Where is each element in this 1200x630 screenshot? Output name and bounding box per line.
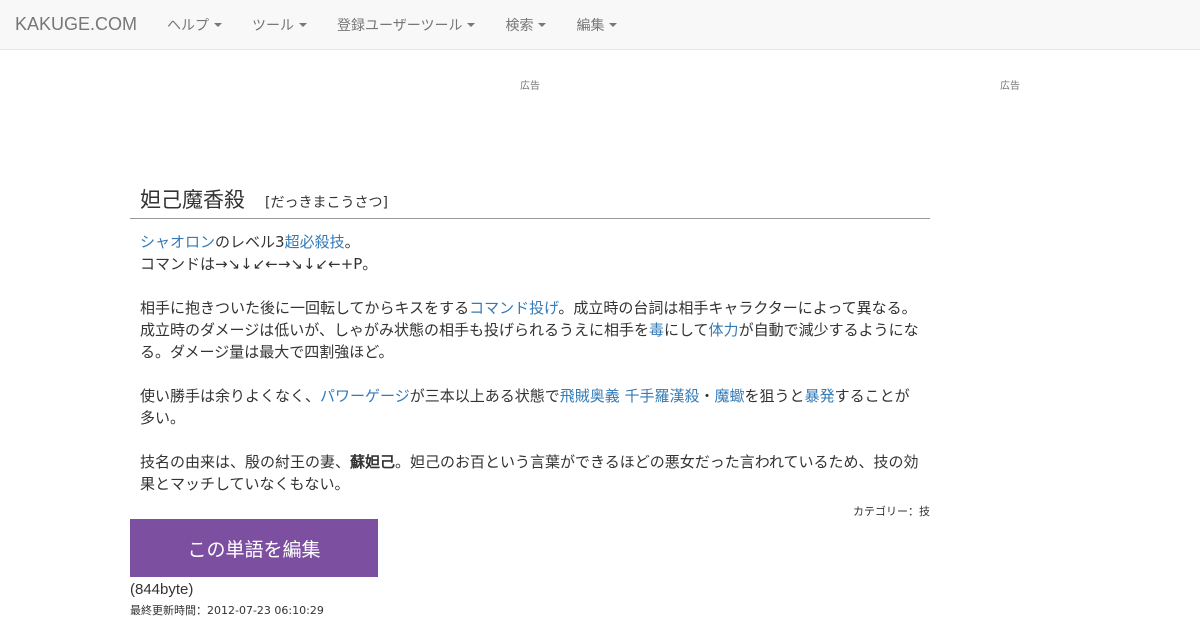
command-text: コマンドは→↘↓↙←→↘↓↙←+P。 [140, 255, 378, 273]
text: ・ [699, 387, 715, 405]
article-body: シャオロンのレベル3超必殺技。 コマンドは→↘↓↙←→↘↓↙←+P。 相手に抱き… [130, 219, 930, 495]
text: が三本以上ある状態で [409, 387, 560, 405]
link-bouhatsu[interactable]: 暴発 [805, 387, 835, 405]
text: 相手に抱きついた後に一回転してからキスをする [140, 299, 470, 317]
link-power-gauge[interactable]: パワーゲージ [320, 387, 410, 405]
text: 技名の由来は、殷の紂王の妻、 [140, 453, 351, 471]
link-senju-rakan[interactable]: 飛賊奥義 千手羅漢殺 [560, 387, 700, 405]
link-command-throw[interactable]: コマンド投げ [469, 299, 558, 317]
nav-search[interactable]: 検索 [490, 15, 561, 35]
last-updated: 最終更新時間：2012-07-23 06:10:29 [130, 604, 324, 617]
article: 妲己魔香殺 [だっきまこうさつ] シャオロンのレベル3超必殺技。 コマンドは→↘… [130, 180, 930, 618]
navbar: KAKUGE.COM ヘルプ ツール 登録ユーザーツール 検索 編集 [0, 0, 1200, 50]
page-title: 妲己魔香殺 [140, 188, 245, 212]
title-reading: [だっきまこうさつ] [265, 195, 388, 211]
nav-tools[interactable]: ツール [237, 15, 322, 35]
text: 使い勝手は余りよくなく、 [140, 387, 321, 405]
nav-help-label: ヘルプ [167, 17, 210, 34]
link-makatsu[interactable]: 魔蠍 [715, 387, 745, 405]
caret-down-icon [214, 22, 223, 27]
caret-down-icon [538, 22, 547, 27]
paragraph-2: 相手に抱きついた後に一回転してからキスをするコマンド投げ。成立時の台詞は相手キャ… [140, 297, 920, 363]
caret-down-icon [299, 22, 308, 27]
text: にして [663, 321, 709, 339]
byte-size: (844byte) [130, 581, 194, 598]
text: を狙うと [744, 387, 805, 405]
ad-label-right: 広告 [1000, 81, 1020, 92]
bold-name: 蘇妲己 [350, 453, 396, 471]
nav-tools-label: ツール [252, 17, 295, 34]
text: 。成立時の台詞は相手キャラクターによって異なる。 [558, 299, 917, 317]
text: のレベル3 [215, 233, 285, 251]
nav-search-label: 検索 [505, 17, 534, 34]
category-label[interactable]: カテゴリー：技 [130, 503, 930, 519]
paragraph-4: 技名の由来は、殷の紂王の妻、蘇妲己。妲己のお百という言葉ができるほどの悪女だった… [140, 451, 920, 495]
nav-help[interactable]: ヘルプ [152, 15, 237, 35]
text: 成立時のダメージは低いが、しゃがみ状態の相手も投げられるうえに相手を [140, 321, 649, 339]
nav-user-tools-label: 登録ユーザーツール [337, 17, 463, 34]
caret-down-icon [467, 22, 476, 27]
paragraph-1: シャオロンのレベル3超必殺技。 コマンドは→↘↓↙←→↘↓↙←+P。 [140, 231, 920, 275]
brand-link[interactable]: KAKUGE.COM [0, 14, 152, 35]
link-stamina[interactable]: 体力 [709, 321, 739, 339]
caret-down-icon [609, 22, 618, 27]
link-poison[interactable]: 毒 [649, 321, 664, 339]
paragraph-3: 使い勝手は余りよくなく、パワーゲージが三本以上ある状態で飛賊奥義 千手羅漢殺・魔… [140, 385, 920, 429]
text: 。 [344, 233, 360, 251]
nav-user-tools[interactable]: 登録ユーザーツール [322, 15, 490, 35]
title-row: 妲己魔香殺 [だっきまこうさつ] [130, 180, 930, 219]
link-xiaolong[interactable]: シャオロン [140, 233, 215, 251]
nav-edit-label: 編集 [576, 17, 605, 34]
link-super-move[interactable]: 超必殺技 [285, 233, 345, 251]
nav-edit[interactable]: 編集 [561, 15, 632, 35]
edit-word-button[interactable]: この単語を編集 [130, 519, 378, 577]
ad-label-left: 広告 [520, 81, 540, 92]
